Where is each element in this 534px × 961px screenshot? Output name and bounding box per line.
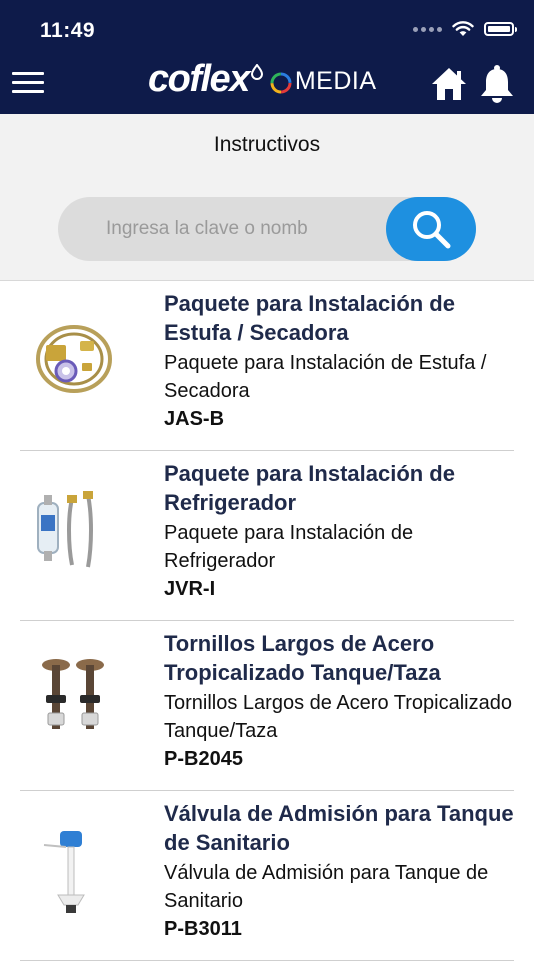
- notifications-button[interactable]: [478, 64, 516, 104]
- product-code: JAS-B: [164, 408, 225, 430]
- product-code: P-B3011: [164, 918, 242, 940]
- page-title: Instructivos: [213, 133, 321, 156]
- home-button[interactable]: [430, 66, 468, 102]
- search-input[interactable]: [106, 197, 386, 261]
- wifi-icon: [452, 21, 474, 36]
- product-title: Paquete para Instalación de Refrigerador: [164, 461, 455, 515]
- product-title: Válvula de Admisión para Tanque de Sanit…: [164, 801, 514, 855]
- product-description: Válvula de Admisión para Tanque de Sanit…: [164, 862, 489, 912]
- cellular-signal-icon: [413, 26, 442, 32]
- product-thumbnail: [28, 485, 120, 577]
- product-description: Paquete para Instalación de Estufa / Sec…: [164, 352, 487, 402]
- refrigerator-kit-icon: [37, 491, 93, 568]
- brand-suffix: MEDIA: [294, 67, 377, 95]
- product-code: JVR-I: [164, 578, 216, 600]
- product-thumbnail: [28, 825, 120, 917]
- search-bar: [58, 197, 476, 261]
- brand-ring-icon: [270, 72, 292, 93]
- product-title: Paquete para Instalación de Estufa / Sec…: [164, 291, 455, 345]
- product-title: Tornillos Largos de Acero Tropicalizado …: [164, 631, 441, 685]
- gas-hose-kit-icon: [36, 325, 112, 393]
- product-code: P-B2045: [164, 748, 243, 770]
- status-time: 11:49: [40, 19, 96, 42]
- product-thumbnail: [28, 315, 120, 407]
- status-indicators: [413, 21, 517, 37]
- brand-drop-icon: [250, 63, 263, 80]
- product-list: Paquete para Instalación de Estufa / Sec…: [0, 281, 534, 961]
- app-header: 11:49 coflex MEDIA: [0, 0, 534, 114]
- search-icon: [413, 211, 451, 249]
- tank-bolts-icon: [42, 659, 104, 729]
- list-item[interactable]: Válvula de Admisión para Tanque de Sanit…: [0, 791, 534, 961]
- home-icon: [432, 68, 466, 100]
- battery-icon: [484, 22, 517, 36]
- product-thumbnail: [28, 655, 120, 747]
- brand-logo: coflex MEDIA: [148, 58, 377, 101]
- fill-valve-icon: [43, 831, 85, 913]
- hamburger-menu-icon: [12, 72, 44, 75]
- menu-button[interactable]: [12, 72, 44, 98]
- list-item[interactable]: Tornillos Largos de Acero Tropicalizado …: [0, 621, 534, 791]
- brand-name: coflex: [148, 58, 250, 100]
- list-item[interactable]: Paquete para Instalación de Estufa / Sec…: [0, 281, 534, 451]
- list-item[interactable]: Paquete para Instalación de Refrigerador…: [0, 451, 534, 621]
- bell-icon: [481, 65, 513, 103]
- product-description: Tornillos Largos de Acero Tropicalizado …: [164, 692, 512, 742]
- search-button[interactable]: [386, 197, 476, 261]
- product-description: Paquete para Instalación de Refrigerador: [164, 522, 414, 572]
